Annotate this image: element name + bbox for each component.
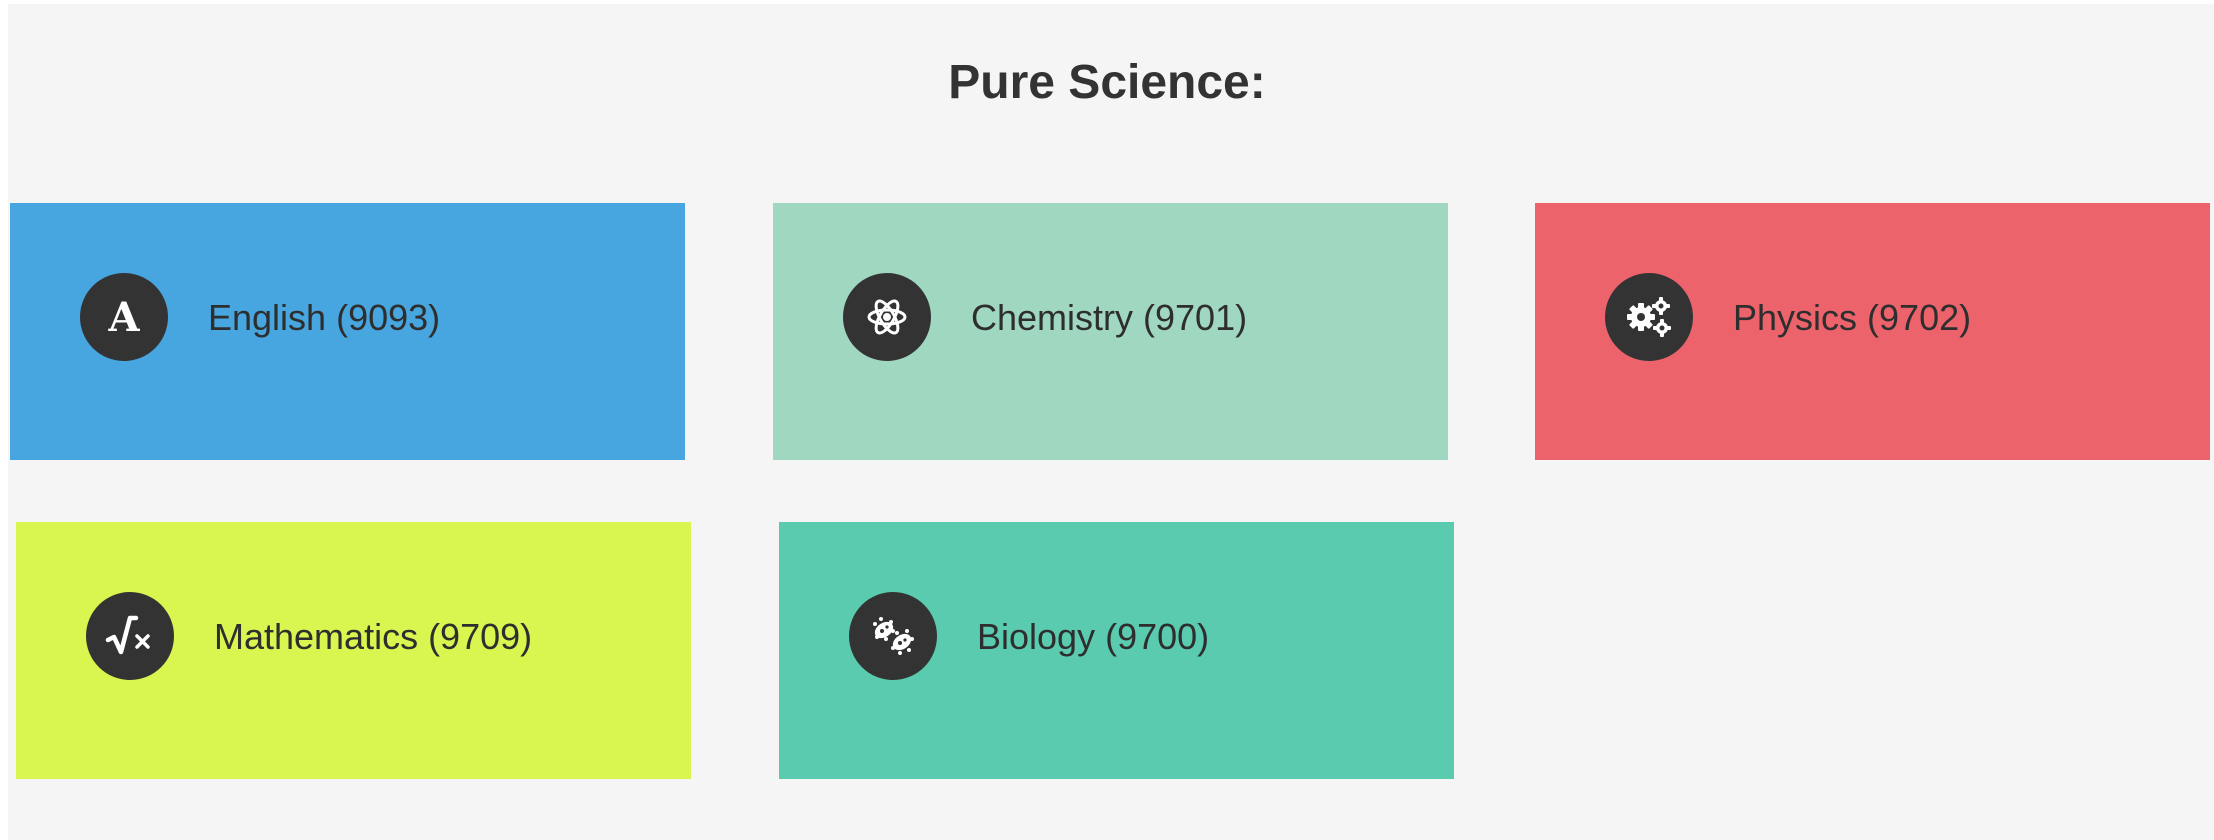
atom-icon (843, 273, 931, 361)
square-root-icon (86, 592, 174, 680)
course-label: Physics (9702) (1733, 297, 1972, 338)
course-card-physics[interactable]: Physics (9702) (1535, 203, 2210, 460)
page-title: Pure Science: (948, 56, 1266, 109)
gears-icon (1605, 273, 1693, 361)
letter-a-icon: A (80, 273, 168, 361)
course-card-biology[interactable]: Biology (9700) (779, 522, 1454, 779)
course-label: English (9093) (208, 297, 441, 338)
course-card-mathematics[interactable]: Mathematics (9709) (16, 522, 691, 779)
course-card-english[interactable]: A English (9093) (10, 203, 685, 460)
svg-text:A: A (107, 294, 140, 341)
course-label: Chemistry (9701) (971, 297, 1248, 338)
course-label: Mathematics (9709) (214, 616, 533, 657)
course-card-chemistry[interactable]: Chemistry (9701) (773, 203, 1448, 460)
bacteria-icon (849, 592, 937, 680)
course-label: Biology (9700) (977, 616, 1210, 657)
